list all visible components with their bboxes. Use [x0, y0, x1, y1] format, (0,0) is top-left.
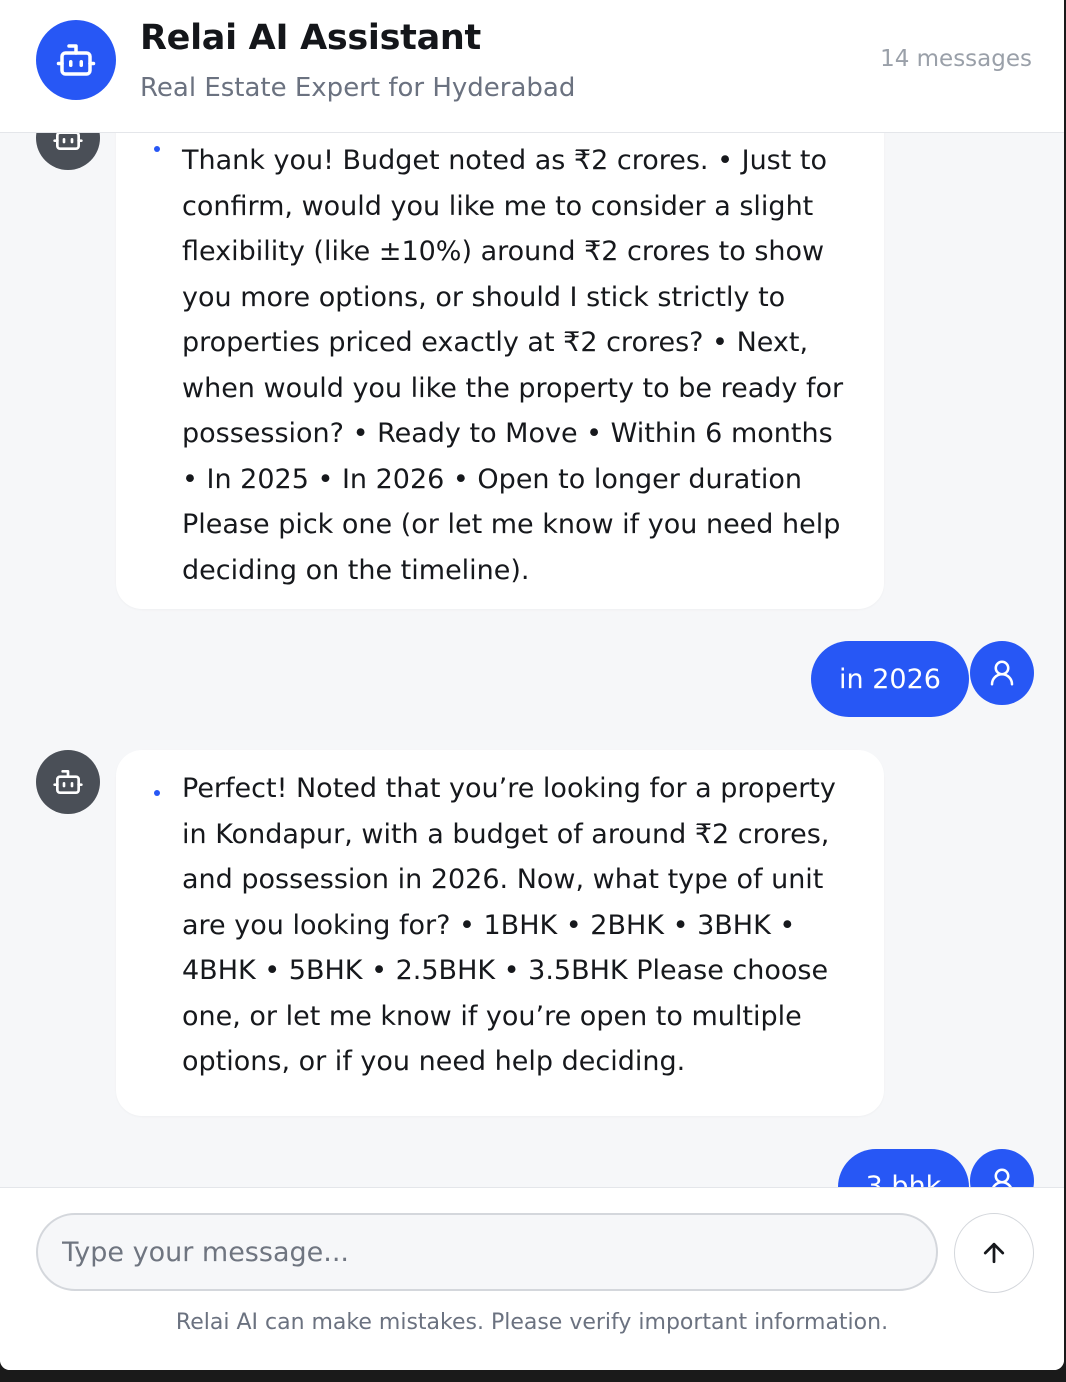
robot-icon	[53, 770, 83, 794]
chat-header: Relai AI Assistant Real Estate Expert fo…	[0, 0, 1064, 133]
chat-window: Relai AI Assistant Real Estate Expert fo…	[0, 0, 1064, 1370]
bot-avatar	[36, 133, 100, 170]
robot-icon	[53, 133, 83, 150]
assistant-message-text: Perfect! Noted that you’re looking for a…	[182, 773, 836, 1077]
user-message: in 2026	[811, 641, 969, 717]
arrow-up-icon	[983, 1242, 1005, 1264]
bullet-dot	[154, 790, 160, 796]
user-icon	[990, 660, 1014, 686]
assistant-avatar	[36, 20, 116, 100]
message-input[interactable]	[36, 1213, 938, 1291]
bot-avatar	[36, 750, 100, 814]
robot-icon	[56, 44, 96, 76]
user-avatar	[970, 1149, 1034, 1187]
disclaimer-text: Relai AI can make mistakes. Please verif…	[175, 1310, 889, 1335]
assistant-message: Perfect! Noted that you’re looking for a…	[116, 750, 884, 1116]
user-icon	[992, 1168, 1012, 1187]
assistant-subtitle: Real Estate Expert for Hyderabad	[140, 73, 576, 103]
user-avatar	[970, 641, 1034, 705]
message-count: 14 messages	[880, 46, 1032, 72]
message-list[interactable]: Thank you! Budget noted as ₹2 crores. • …	[0, 133, 1064, 1187]
bullet-dot	[154, 146, 160, 152]
send-button[interactable]	[954, 1213, 1034, 1293]
assistant-message: Thank you! Budget noted as ₹2 crores. • …	[116, 133, 884, 609]
assistant-title: Relai AI Assistant	[140, 18, 481, 58]
assistant-message-text: Thank you! Budget noted as ₹2 crores. • …	[182, 145, 844, 586]
composer: Relai AI can make mistakes. Please verif…	[0, 1187, 1064, 1370]
user-message: 3 bhk	[838, 1149, 969, 1187]
